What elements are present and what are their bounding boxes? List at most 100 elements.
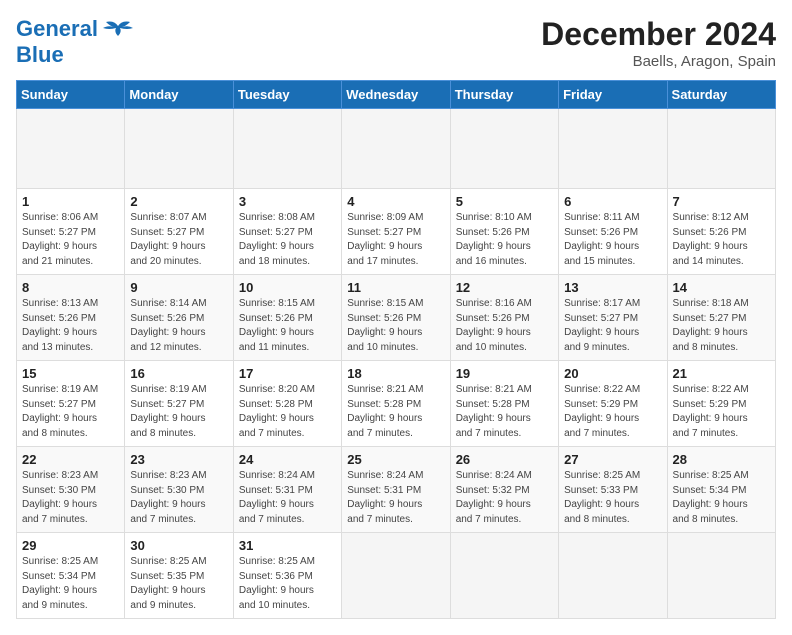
day-detail: Sunrise: 8:13 AM Sunset: 5:26 PM Dayligh… (22, 297, 119, 355)
day-detail: Sunrise: 8:06 AM Sunset: 5:27 PM Dayligh… (22, 211, 119, 269)
calendar-day-cell (667, 533, 775, 619)
calendar-week-row: 15 Sunrise: 8:19 AM Sunset: 5:27 PM Dayli… (17, 361, 776, 447)
calendar-day-cell: 27 Sunrise: 8:25 AM Sunset: 5:33 PM Dayli… (559, 447, 667, 533)
day-number: 17 (239, 366, 336, 381)
day-header-sunday: Sunday (17, 81, 125, 109)
location-text: Baells, Aragon, Spain (541, 53, 776, 70)
day-detail: Sunrise: 8:14 AM Sunset: 5:26 PM Dayligh… (130, 297, 227, 355)
calendar-day-cell (667, 109, 775, 189)
day-detail: Sunrise: 8:12 AM Sunset: 5:26 PM Dayligh… (673, 211, 770, 269)
calendar-day-cell: 25 Sunrise: 8:24 AM Sunset: 5:31 PM Dayli… (342, 447, 450, 533)
day-detail: Sunrise: 8:15 AM Sunset: 5:26 PM Dayligh… (347, 297, 444, 355)
calendar-day-cell: 19 Sunrise: 8:21 AM Sunset: 5:28 PM Dayli… (450, 361, 558, 447)
calendar-week-row: 8 Sunrise: 8:13 AM Sunset: 5:26 PM Daylig… (17, 275, 776, 361)
day-number: 7 (673, 194, 770, 209)
day-number: 19 (456, 366, 553, 381)
calendar-day-cell: 31 Sunrise: 8:25 AM Sunset: 5:36 PM Dayli… (233, 533, 341, 619)
calendar-day-cell (559, 533, 667, 619)
day-detail: Sunrise: 8:22 AM Sunset: 5:29 PM Dayligh… (673, 383, 770, 441)
logo-blue: Blue (16, 42, 64, 67)
logo-general: General (16, 16, 98, 41)
day-detail: Sunrise: 8:25 AM Sunset: 5:33 PM Dayligh… (564, 469, 661, 527)
calendar-day-cell (450, 109, 558, 189)
day-detail: Sunrise: 8:16 AM Sunset: 5:26 PM Dayligh… (456, 297, 553, 355)
day-number: 8 (22, 280, 119, 295)
calendar-day-cell (342, 109, 450, 189)
calendar-day-cell: 4Sunrise: 8:09 AM Sunset: 5:27 PM Daylig… (342, 189, 450, 275)
calendar-day-cell: 9 Sunrise: 8:14 AM Sunset: 5:26 PM Daylig… (125, 275, 233, 361)
day-detail: Sunrise: 8:11 AM Sunset: 5:26 PM Dayligh… (564, 211, 661, 269)
calendar-day-cell: 3Sunrise: 8:08 AM Sunset: 5:27 PM Daylig… (233, 189, 341, 275)
calendar-day-cell (559, 109, 667, 189)
day-number: 6 (564, 194, 661, 209)
day-detail: Sunrise: 8:24 AM Sunset: 5:32 PM Dayligh… (456, 469, 553, 527)
calendar-day-cell: 20 Sunrise: 8:22 AM Sunset: 5:29 PM Dayli… (559, 361, 667, 447)
day-number: 18 (347, 366, 444, 381)
day-number: 20 (564, 366, 661, 381)
day-detail: Sunrise: 8:25 AM Sunset: 5:34 PM Dayligh… (22, 555, 119, 613)
day-number: 22 (22, 452, 119, 467)
calendar-day-cell (450, 533, 558, 619)
calendar-day-cell: 22 Sunrise: 8:23 AM Sunset: 5:30 PM Dayli… (17, 447, 125, 533)
day-number: 16 (130, 366, 227, 381)
calendar-week-row (17, 109, 776, 189)
day-number: 11 (347, 280, 444, 295)
day-header-tuesday: Tuesday (233, 81, 341, 109)
day-header-saturday: Saturday (667, 81, 775, 109)
day-number: 26 (456, 452, 553, 467)
month-title: December 2024 (541, 16, 776, 53)
day-detail: Sunrise: 8:24 AM Sunset: 5:31 PM Dayligh… (347, 469, 444, 527)
day-detail: Sunrise: 8:20 AM Sunset: 5:28 PM Dayligh… (239, 383, 336, 441)
day-number: 3 (239, 194, 336, 209)
calendar-day-cell (125, 109, 233, 189)
calendar-day-cell: 1 Sunrise: 8:06 AM Sunset: 5:27 PM Daylig… (17, 189, 125, 275)
day-detail: Sunrise: 8:25 AM Sunset: 5:36 PM Dayligh… (239, 555, 336, 613)
logo-bird-icon (100, 18, 136, 48)
calendar-day-cell: 24Sunrise: 8:24 AM Sunset: 5:31 PM Dayli… (233, 447, 341, 533)
day-number: 5 (456, 194, 553, 209)
day-header-wednesday: Wednesday (342, 81, 450, 109)
day-header-friday: Friday (559, 81, 667, 109)
calendar-day-cell: 6 Sunrise: 8:11 AM Sunset: 5:26 PM Daylig… (559, 189, 667, 275)
day-number: 31 (239, 538, 336, 553)
day-detail: Sunrise: 8:24 AM Sunset: 5:31 PM Dayligh… (239, 469, 336, 527)
day-detail: Sunrise: 8:23 AM Sunset: 5:30 PM Dayligh… (22, 469, 119, 527)
day-detail: Sunrise: 8:19 AM Sunset: 5:27 PM Dayligh… (22, 383, 119, 441)
day-number: 2 (130, 194, 227, 209)
calendar-day-cell: 10 Sunrise: 8:15 AM Sunset: 5:26 PM Dayli… (233, 275, 341, 361)
calendar-day-cell: 21Sunrise: 8:22 AM Sunset: 5:29 PM Dayli… (667, 361, 775, 447)
calendar-day-cell: 16 Sunrise: 8:19 AM Sunset: 5:27 PM Dayli… (125, 361, 233, 447)
calendar-day-cell: 29 Sunrise: 8:25 AM Sunset: 5:34 PM Dayli… (17, 533, 125, 619)
day-number: 13 (564, 280, 661, 295)
day-number: 1 (22, 194, 119, 209)
calendar-day-cell: 13 Sunrise: 8:17 AM Sunset: 5:27 PM Dayli… (559, 275, 667, 361)
day-detail: Sunrise: 8:21 AM Sunset: 5:28 PM Dayligh… (456, 383, 553, 441)
day-number: 15 (22, 366, 119, 381)
day-header-thursday: Thursday (450, 81, 558, 109)
day-number: 29 (22, 538, 119, 553)
day-number: 23 (130, 452, 227, 467)
day-detail: Sunrise: 8:10 AM Sunset: 5:26 PM Dayligh… (456, 211, 553, 269)
day-number: 14 (673, 280, 770, 295)
day-detail: Sunrise: 8:25 AM Sunset: 5:35 PM Dayligh… (130, 555, 227, 613)
day-number: 25 (347, 452, 444, 467)
day-number: 9 (130, 280, 227, 295)
title-block: December 2024 Baells, Aragon, Spain (541, 16, 776, 70)
day-number: 30 (130, 538, 227, 553)
day-number: 10 (239, 280, 336, 295)
calendar-week-row: 29 Sunrise: 8:25 AM Sunset: 5:34 PM Dayli… (17, 533, 776, 619)
day-detail: Sunrise: 8:17 AM Sunset: 5:27 PM Dayligh… (564, 297, 661, 355)
day-detail: Sunrise: 8:25 AM Sunset: 5:34 PM Dayligh… (673, 469, 770, 527)
day-detail: Sunrise: 8:15 AM Sunset: 5:26 PM Dayligh… (239, 297, 336, 355)
day-detail: Sunrise: 8:19 AM Sunset: 5:27 PM Dayligh… (130, 383, 227, 441)
day-detail: Sunrise: 8:22 AM Sunset: 5:29 PM Dayligh… (564, 383, 661, 441)
calendar-day-cell (342, 533, 450, 619)
calendar-day-cell (17, 109, 125, 189)
day-number: 27 (564, 452, 661, 467)
logo-text: General Blue (16, 16, 98, 68)
calendar-day-cell: 18Sunrise: 8:21 AM Sunset: 5:28 PM Dayli… (342, 361, 450, 447)
day-number: 12 (456, 280, 553, 295)
calendar-day-cell: 14Sunrise: 8:18 AM Sunset: 5:27 PM Dayli… (667, 275, 775, 361)
logo: General Blue (16, 16, 136, 68)
calendar-day-cell: 26 Sunrise: 8:24 AM Sunset: 5:32 PM Dayli… (450, 447, 558, 533)
